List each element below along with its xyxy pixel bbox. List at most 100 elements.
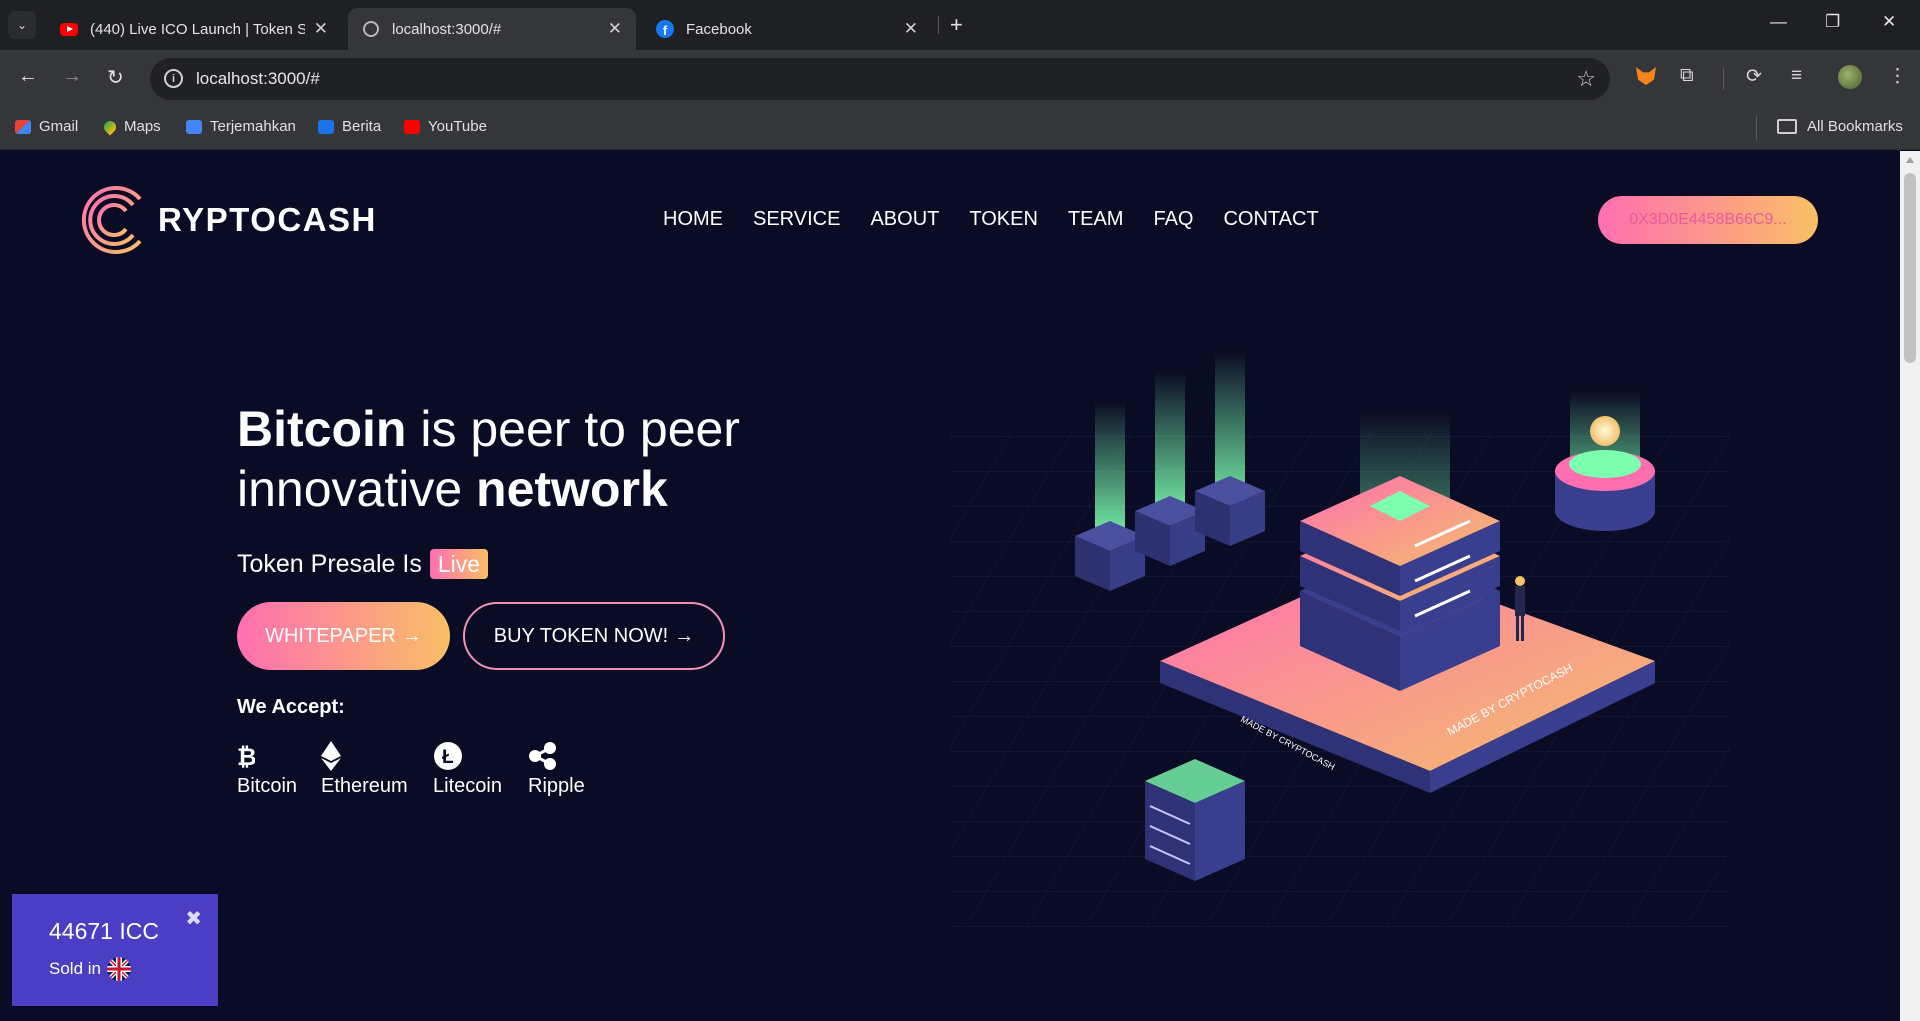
- maps-icon: [101, 118, 119, 135]
- restore-icon[interactable]: ❐: [1825, 12, 1840, 32]
- bookmark-terjemahkan[interactable]: Terjemahkan: [186, 118, 296, 135]
- tab-title: Facebook: [686, 20, 752, 38]
- close-window-icon[interactable]: ✕: [1882, 12, 1896, 32]
- coin-ethereum: Ethereum: [321, 739, 408, 798]
- metamask-extension-icon[interactable]: [1636, 67, 1656, 85]
- gmail-icon: [15, 119, 31, 134]
- coin-name: Ripple: [528, 775, 585, 797]
- browser-toolbar: ← → ↻ i localhost:3000/# ☆ ⧉ ⟳ ≡ ⋮: [0, 50, 1920, 108]
- whitepaper-button[interactable]: WHITEPAPER →: [237, 602, 450, 670]
- buy-token-button[interactable]: BUY TOKEN NOW! →: [463, 602, 725, 670]
- bookmark-star-icon[interactable]: ☆: [1576, 66, 1596, 92]
- tab-youtube[interactable]: (440) Live ICO Launch | Token S ✕: [46, 8, 342, 50]
- tab-title: (440) Live ICO Launch | Token S: [90, 20, 305, 38]
- nav-contact[interactable]: CONTACT: [1223, 208, 1318, 231]
- back-icon[interactable]: ←: [18, 65, 38, 88]
- tab-localhost[interactable]: localhost:3000/# ✕: [348, 8, 636, 50]
- svg-text:Ł: Ł: [442, 747, 454, 768]
- bookmark-maps[interactable]: Maps: [101, 118, 161, 135]
- bookmarks-bar: Gmail Maps Terjemahkan Berita YouTube Al…: [0, 108, 1920, 150]
- hero-title-rest-2: innovative: [237, 461, 477, 517]
- coin-pedestal: [1555, 391, 1655, 531]
- minimize-icon[interactable]: —: [1770, 12, 1787, 32]
- sold-count: 44671 ICC: [49, 918, 159, 944]
- coin-name: Litecoin: [433, 775, 502, 797]
- tab-separator: [938, 16, 939, 34]
- buy-token-label: BUY TOKEN NOW!: [493, 624, 669, 647]
- page-scrollbar[interactable]: [1900, 151, 1920, 1021]
- nav-faq[interactable]: FAQ: [1153, 208, 1193, 231]
- coin-ripple: Ripple: [528, 739, 585, 798]
- logo-text: RYPTOCASH: [158, 201, 377, 238]
- toolbar-separator: [1723, 68, 1724, 90]
- hero-title: Bitcoin is peer to peer innovative netwo…: [237, 399, 837, 519]
- hero-title-bold-2: network: [476, 461, 668, 517]
- site-info-icon[interactable]: i: [164, 69, 183, 88]
- bitcoin-icon: ₿: [237, 739, 255, 773]
- nav-team[interactable]: TEAM: [1068, 208, 1124, 231]
- page-viewport: RYPTOCASH HOME SERVICE ABOUT TOKEN TEAM …: [0, 151, 1900, 1021]
- all-bookmarks-label: All Bookmarks: [1807, 118, 1903, 135]
- close-icon[interactable]: ✖: [185, 906, 202, 931]
- site-logo[interactable]: RYPTOCASH: [80, 181, 377, 259]
- coin-litecoin: Ł Litecoin: [433, 739, 502, 798]
- scrollbar-thumb[interactable]: [1904, 173, 1916, 363]
- nav-token[interactable]: TOKEN: [969, 208, 1038, 231]
- forward-icon[interactable]: →: [62, 65, 82, 88]
- light-beam: [1155, 371, 1185, 511]
- litecoin-icon: Ł: [433, 739, 463, 773]
- bookmarks-separator: [1756, 116, 1757, 140]
- profile-avatar[interactable]: [1838, 65, 1862, 89]
- performance-icon[interactable]: ⟳: [1746, 65, 1762, 88]
- nav-home[interactable]: HOME: [663, 208, 723, 231]
- close-tab-icon[interactable]: ✕: [608, 19, 622, 39]
- nav-about[interactable]: ABOUT: [870, 208, 939, 231]
- wallet-address-button[interactable]: 0X3D0E4458B66C9...: [1598, 196, 1818, 244]
- whitepaper-label: WHITEPAPER: [265, 624, 396, 647]
- arrow-right-icon: →: [401, 624, 422, 647]
- media-control-icon[interactable]: ≡: [1791, 65, 1802, 87]
- nav-service[interactable]: SERVICE: [753, 208, 840, 231]
- youtube-icon: [60, 20, 78, 38]
- tab-title: localhost:3000/#: [392, 20, 502, 38]
- tab-facebook[interactable]: f Facebook ✕: [642, 8, 932, 50]
- folder-icon: [1777, 119, 1797, 134]
- close-tab-icon[interactable]: ✕: [904, 19, 918, 39]
- bookmark-label: Gmail: [39, 118, 79, 135]
- light-beam: [1095, 401, 1125, 531]
- facebook-icon: f: [656, 20, 674, 38]
- bookmark-gmail[interactable]: Gmail: [15, 118, 78, 135]
- address-bar[interactable]: i localhost:3000/# ☆: [150, 58, 1610, 100]
- bookmark-youtube[interactable]: YouTube: [404, 118, 487, 135]
- youtube-icon: [404, 119, 420, 134]
- live-badge: Live: [429, 549, 489, 579]
- close-tab-icon[interactable]: ✕: [314, 19, 328, 39]
- hero-illustration: MADE BY CRYPTOCASH MADE BY CRYPTOCASH: [950, 351, 1730, 931]
- bookmark-berita[interactable]: Berita: [318, 118, 381, 135]
- scroll-up-icon[interactable]: [1906, 157, 1914, 163]
- translate-icon: [186, 119, 202, 134]
- extensions-icon[interactable]: ⧉: [1680, 65, 1694, 87]
- ethereum-icon: [321, 739, 341, 773]
- arrow-right-icon: →: [674, 624, 695, 647]
- coin-name: Ethereum: [321, 775, 408, 797]
- all-bookmarks-button[interactable]: All Bookmarks: [1777, 118, 1903, 135]
- svg-text:₿: ₿: [237, 743, 255, 769]
- reload-icon[interactable]: ↻: [107, 65, 124, 90]
- news-icon: [318, 119, 334, 134]
- new-tab-button[interactable]: +: [950, 12, 963, 38]
- server-tower: [1300, 476, 1500, 691]
- coin-bitcoin: ₿ Bitcoin: [237, 739, 297, 798]
- tab-search-button[interactable]: ⌄: [8, 11, 36, 39]
- we-accept-label: We Accept:: [237, 696, 345, 718]
- browser-menu-icon[interactable]: ⋮: [1888, 65, 1907, 88]
- presale-status: Token Presale Is Live: [237, 549, 489, 579]
- ripple-icon: [528, 739, 558, 773]
- sales-notification: ✖ 44671 ICC Sold in: [12, 894, 218, 1006]
- presale-text: Token Presale Is: [237, 549, 422, 578]
- url-text[interactable]: localhost:3000/#: [196, 69, 320, 89]
- bookmark-label: YouTube: [428, 118, 487, 135]
- bookmark-label: Maps: [124, 118, 161, 135]
- main-nav: HOME SERVICE ABOUT TOKEN TEAM FAQ CONTAC…: [663, 208, 1319, 231]
- bookmark-label: Berita: [342, 118, 382, 135]
